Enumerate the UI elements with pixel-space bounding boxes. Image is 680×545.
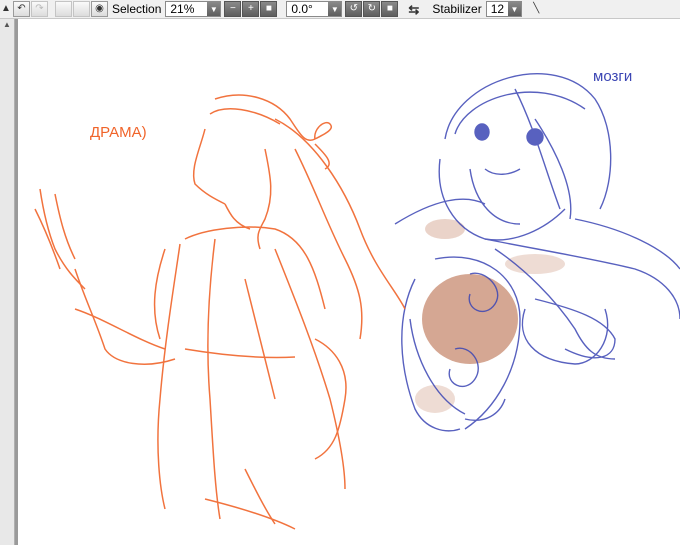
undo-button[interactable]: ↶ — [13, 1, 30, 17]
orange-figure-sketch — [34, 94, 406, 530]
stabilizer-value: 12 — [490, 2, 505, 16]
deselect-button[interactable] — [55, 1, 72, 17]
chevron-up-icon: ▲ — [1, 3, 11, 14]
eye-icon: ◉ — [95, 3, 104, 14]
pen-tool-button[interactable]: ╲ — [528, 1, 545, 17]
square-icon: ■ — [386, 3, 393, 14]
chevron-up-icon[interactable]: ▲ — [1, 19, 13, 31]
flip-icon: ⇆ — [408, 1, 420, 17]
brown-color-patch — [415, 219, 565, 413]
sketch-artwork: ДРАМА) мозги — [34, 68, 680, 530]
rotate-right-button[interactable]: ↻ — [363, 1, 381, 17]
undo-icon: ↶ — [17, 3, 26, 14]
minus-icon: − — [229, 3, 236, 14]
selection-label: Selection — [112, 2, 162, 16]
flip-horizontal-button[interactable]: ⇆ — [405, 1, 422, 17]
stabilizer-label: Stabilizer — [432, 2, 482, 16]
square-icon: ■ — [265, 3, 272, 14]
rotation-select[interactable]: 0.0° ▼ — [286, 1, 343, 17]
zoom-out-button[interactable]: − — [224, 1, 242, 17]
redo-icon: ↷ — [35, 3, 44, 14]
invert-selection-button[interactable] — [73, 1, 90, 17]
rotate-left-button[interactable]: ↺ — [345, 1, 363, 17]
annotation-left: ДРАМА) — [90, 124, 147, 141]
zoom-select[interactable]: 21% ▼ — [165, 1, 222, 17]
blue-figure-sketch — [394, 73, 680, 432]
stabilizer-select[interactable]: 12 ▼ — [485, 1, 522, 17]
zoom-in-button[interactable]: + — [242, 1, 260, 17]
chevron-down-icon: ▼ — [508, 2, 521, 16]
rotation-value: 0.0° — [291, 2, 313, 16]
rotate-cw-icon: ↻ — [367, 3, 377, 14]
canvas-toolbar: ▲ ↶ ↷ ◉ Selection 21% ▼ − + ■ 0.0° ▼ ↺ ↻… — [0, 0, 680, 19]
chevron-down-icon: ▼ — [328, 2, 342, 16]
vertical-scrollbar[interactable]: ▲ — [0, 19, 15, 545]
show-selection-button[interactable]: ◉ — [91, 1, 108, 17]
annotation-right: мозги — [593, 68, 632, 85]
redo-button[interactable]: ↷ — [31, 1, 48, 17]
drawing-canvas[interactable]: ДРАМА) мозги — [15, 19, 680, 545]
zoom-value: 21% — [170, 2, 195, 16]
plus-icon: + — [247, 3, 254, 14]
zoom-reset-button[interactable]: ■ — [260, 1, 278, 17]
scroll-up-button[interactable]: ▲ — [0, 1, 12, 17]
rotate-reset-button[interactable]: ■ — [381, 1, 399, 17]
rotate-ccw-icon: ↺ — [349, 3, 359, 14]
chevron-down-icon: ▼ — [207, 2, 221, 16]
pen-line-icon: ╲ — [533, 3, 540, 14]
